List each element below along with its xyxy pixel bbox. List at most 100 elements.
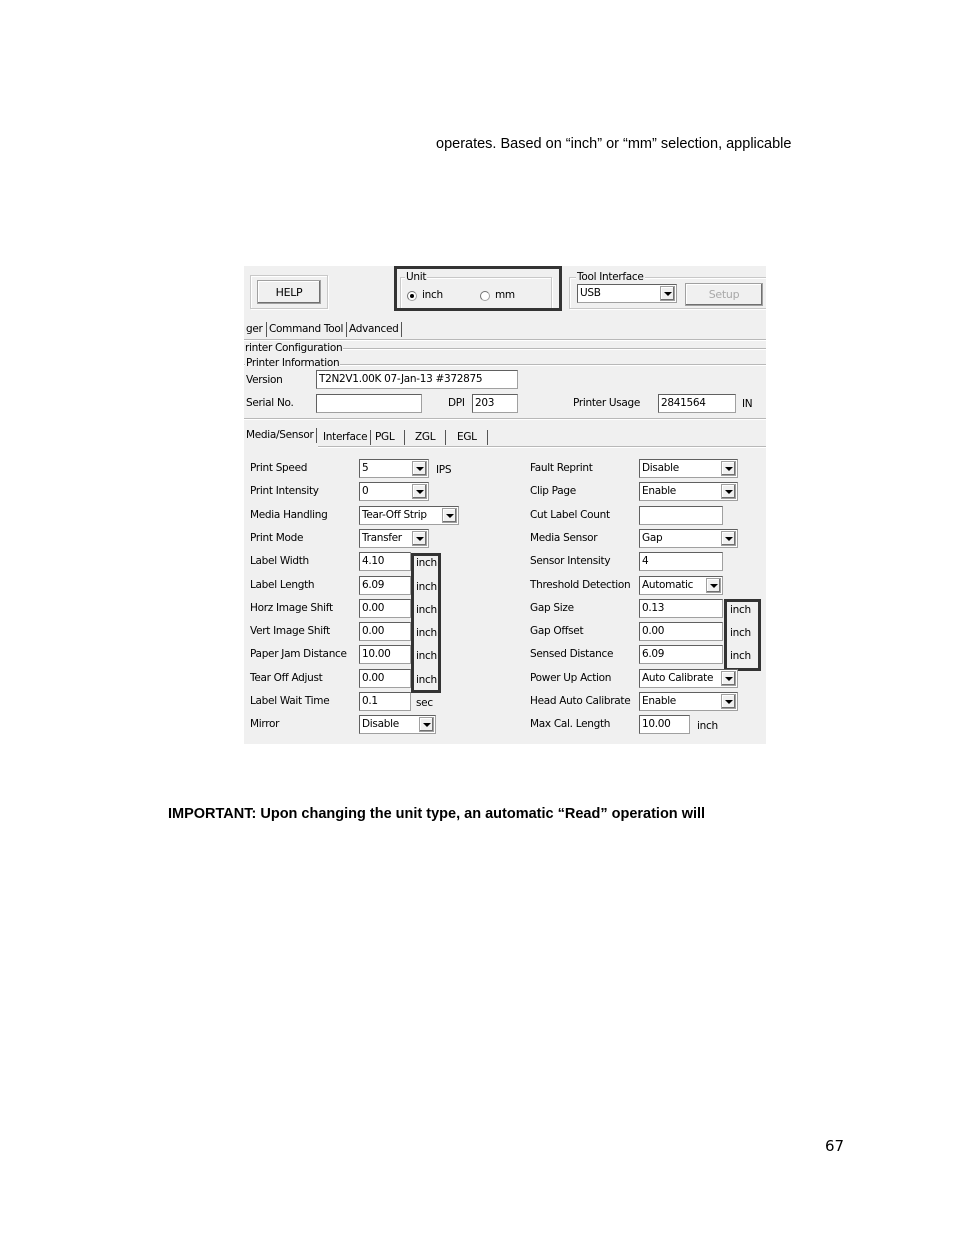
- sensor-intensity-field[interactable]: 4: [639, 552, 723, 572]
- mirror-select[interactable]: Disable: [359, 715, 436, 735]
- chevron-down-icon: [721, 484, 736, 500]
- tear-off-adjust-value: 0.00: [362, 671, 385, 684]
- label-wait-time-unit: sec: [416, 697, 433, 709]
- paper-jam-distance-unit: inch: [416, 650, 437, 663]
- sensed-distance-value: 6.09: [642, 648, 665, 661]
- label-wait-time-value: 0.1: [362, 695, 378, 707]
- vert-image-shift-unit: inch: [416, 627, 437, 640]
- horz-image-shift-label: Horz Image Shift: [250, 601, 333, 614]
- label-width-field[interactable]: 4.10: [359, 552, 411, 572]
- horz-image-shift-unit: inch: [416, 603, 437, 616]
- help-button[interactable]: HELP: [257, 280, 321, 304]
- printer-usage-field[interactable]: 2841564: [658, 394, 736, 413]
- max-cal-length-unit: inch: [697, 720, 718, 733]
- info-bottom-divider: [244, 418, 766, 419]
- tear-off-adjust-unit: inch: [416, 673, 437, 686]
- tab-advanced[interactable]: Advanced: [346, 322, 403, 337]
- label-length-field[interactable]: 6.09: [359, 575, 411, 595]
- print-mode-label: Print Mode: [250, 531, 304, 544]
- vert-image-shift-label: Vert Image Shift: [250, 625, 330, 638]
- tab-egl[interactable]: EGL: [454, 430, 488, 445]
- head-auto-calibrate-label: Head Auto Calibrate: [530, 695, 631, 707]
- sensed-distance-field[interactable]: 6.09: [639, 645, 723, 665]
- print-intensity-label: Print Intensity: [250, 485, 319, 498]
- tool-interface-select[interactable]: USB: [577, 284, 677, 303]
- dpi-label: DPI: [448, 397, 465, 409]
- printer-configuration-legend: rinter Configuration: [244, 342, 344, 354]
- gap-offset-field[interactable]: 0.00: [639, 622, 723, 642]
- mirror-value: Disable: [362, 718, 399, 731]
- gap-size-field[interactable]: 0.13: [639, 598, 723, 618]
- tab-command-tool[interactable]: Command Tool: [266, 322, 348, 337]
- gap-size-value: 0.13: [642, 601, 665, 614]
- chevron-down-icon: [412, 530, 427, 546]
- tab-manager[interactable]: ger: [244, 322, 267, 337]
- power-up-action-select[interactable]: Auto Calibrate: [639, 668, 738, 688]
- fault-reprint-value: Disable: [642, 462, 679, 474]
- label-wait-time-field[interactable]: 0.1: [359, 692, 411, 711]
- paper-jam-distance-field[interactable]: 10.00: [359, 645, 411, 665]
- threshold-detection-select[interactable]: Automatic: [639, 575, 723, 595]
- chevron-down-icon: [721, 694, 736, 709]
- chevron-down-icon: [721, 530, 736, 546]
- label-length-unit: inch: [416, 580, 437, 593]
- version-label: Version: [246, 374, 283, 386]
- media-sensor-label: Media Sensor: [530, 531, 598, 544]
- media-handling-select[interactable]: Tear-Off Strip: [359, 505, 459, 525]
- printer-usage-unit: IN: [742, 398, 753, 410]
- chevron-down-icon: [412, 484, 427, 500]
- setup-button[interactable]: Setup: [685, 283, 763, 306]
- serial-label: Serial No.: [246, 397, 294, 409]
- dpi-field[interactable]: 203: [472, 394, 518, 413]
- chevron-down-icon: [419, 717, 434, 733]
- tool-interface-legend: Tool Interface: [576, 271, 645, 283]
- power-up-action-label: Power Up Action: [530, 671, 612, 684]
- chevron-down-icon: [706, 577, 721, 593]
- print-intensity-select[interactable]: 0: [359, 482, 429, 502]
- tab-interface[interactable]: Interface: [320, 430, 372, 445]
- max-cal-length-value: 10.00: [642, 718, 671, 731]
- important-note: IMPORTANT: Upon changing the unit type, …: [168, 806, 706, 822]
- cut-label-count-field[interactable]: [639, 505, 723, 525]
- serial-field[interactable]: [316, 394, 422, 413]
- media-sensor-value: Gap: [642, 531, 663, 544]
- chevron-down-icon: [412, 461, 427, 476]
- gap-offset-label: Gap Offset: [530, 625, 584, 638]
- paper-jam-distance-label: Paper Jam Distance: [250, 648, 347, 661]
- threshold-detection-value: Automatic: [642, 578, 694, 591]
- head-auto-calibrate-select[interactable]: Enable: [639, 692, 738, 711]
- threshold-detection-label: Threshold Detection: [530, 578, 631, 591]
- tear-off-adjust-field[interactable]: 0.00: [359, 668, 411, 688]
- label-length-label: Label Length: [250, 578, 315, 591]
- chevron-down-icon: [660, 286, 675, 301]
- print-speed-unit: IPS: [436, 464, 452, 476]
- print-speed-value: 5: [362, 462, 369, 474]
- tab-pgl[interactable]: PGL: [372, 430, 406, 445]
- tab-zgl[interactable]: ZGL: [412, 430, 447, 445]
- print-speed-select[interactable]: 5: [359, 459, 429, 478]
- tab-media-sensor[interactable]: Media/Sensor: [244, 428, 318, 443]
- vert-image-shift-value: 0.00: [362, 625, 385, 638]
- label-width-value: 4.10: [362, 555, 385, 568]
- label-length-value: 6.09: [362, 578, 385, 591]
- chevron-down-icon: [442, 507, 457, 523]
- label-wait-time-label: Label Wait Time: [250, 695, 330, 707]
- horz-image-shift-field[interactable]: 0.00: [359, 598, 411, 618]
- clip-page-value: Enable: [642, 485, 676, 498]
- media-handling-value: Tear-Off Strip: [362, 508, 427, 521]
- fault-reprint-select[interactable]: Disable: [639, 459, 738, 478]
- sensor-intensity-value: 4: [642, 555, 649, 568]
- clip-page-select[interactable]: Enable: [639, 482, 738, 502]
- media-sensor-select[interactable]: Gap: [639, 528, 738, 548]
- print-mode-select[interactable]: Transfer: [359, 528, 429, 548]
- printer-usage-label: Printer Usage: [573, 397, 641, 409]
- head-auto-calibrate-value: Enable: [642, 695, 676, 707]
- print-intensity-value: 0: [362, 485, 369, 498]
- gap-size-label: Gap Size: [530, 601, 574, 614]
- vert-image-shift-field[interactable]: 0.00: [359, 622, 411, 642]
- printer-information-legend: Printer Information: [245, 357, 341, 369]
- version-field[interactable]: T2N2V1.00K 07-Jan-13 #372875: [316, 370, 518, 389]
- fault-reprint-label: Fault Reprint: [530, 462, 593, 474]
- tear-off-adjust-label: Tear Off Adjust: [250, 671, 323, 684]
- max-cal-length-field[interactable]: 10.00: [639, 715, 690, 735]
